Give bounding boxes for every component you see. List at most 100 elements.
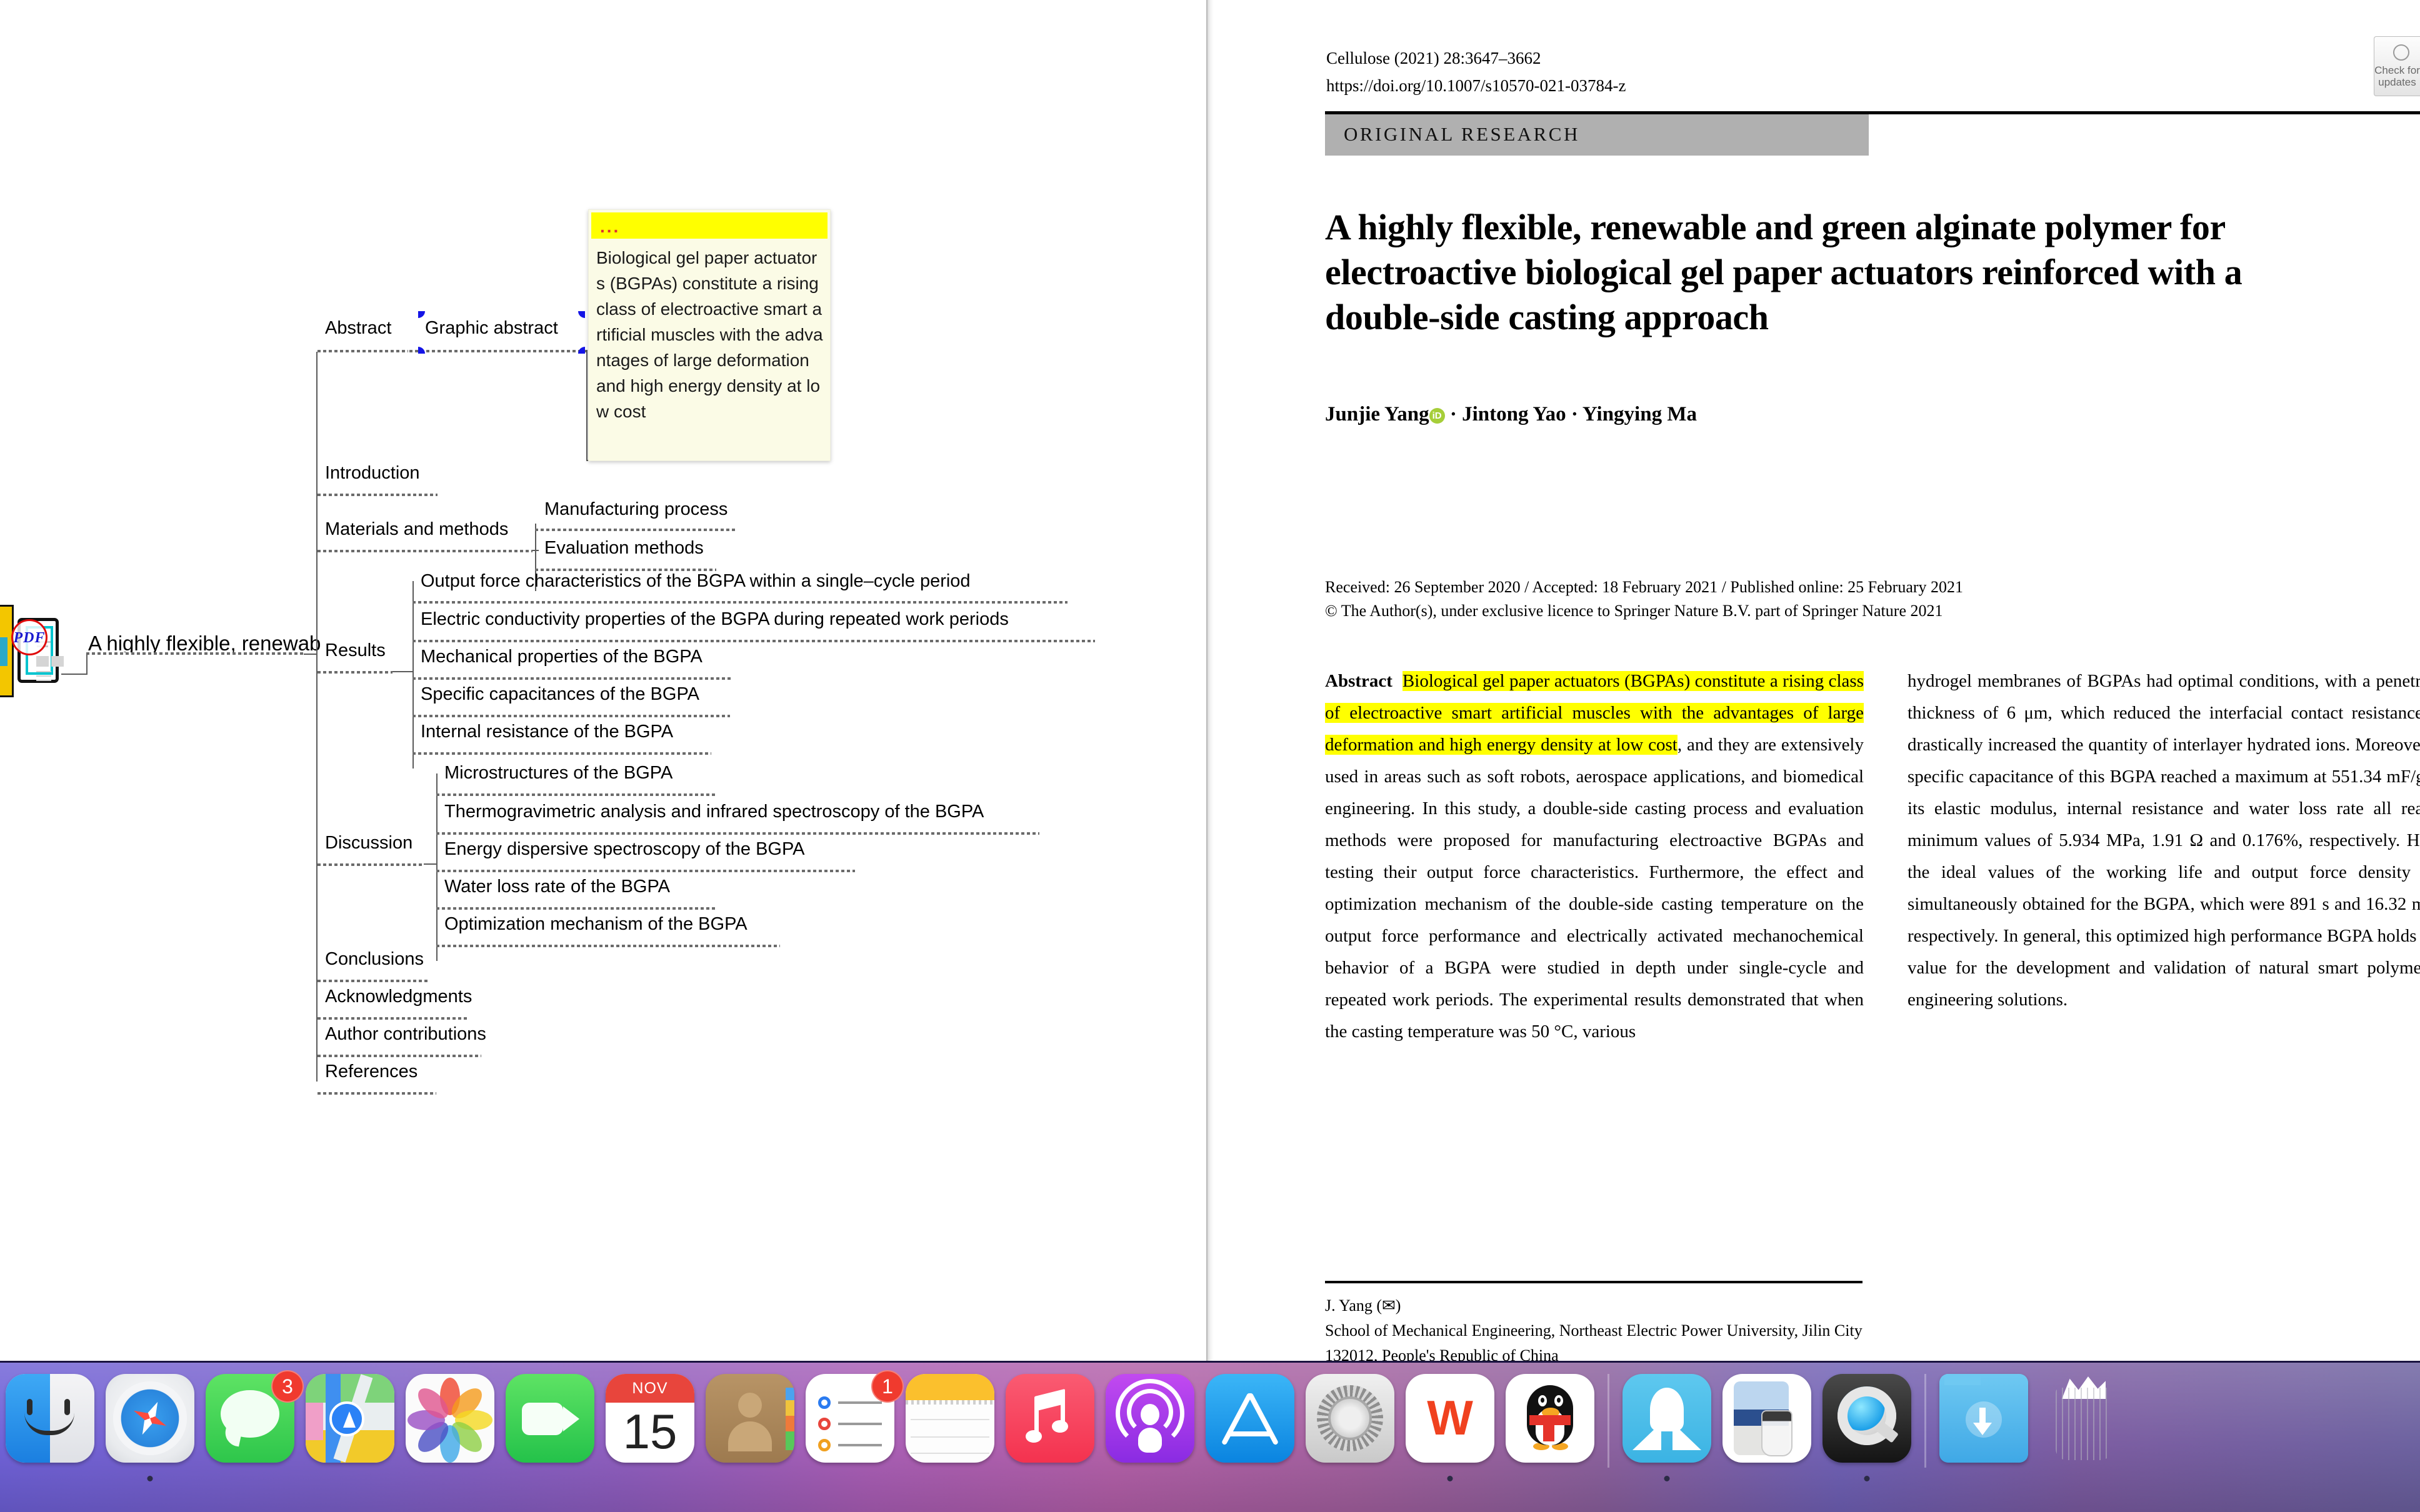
mindmap-node-results[interactable]: Results xyxy=(322,641,389,662)
mindmap-node-references[interactable]: References xyxy=(322,1062,421,1083)
mindmap-node-internal-resistance[interactable]: Internal resistance of the BGPA xyxy=(418,722,676,743)
sticky-note-body[interactable]: Biological gel paper actuators (BGPAs) c… xyxy=(596,245,824,424)
mindmap-node-optimization-mechanism[interactable]: Optimization mechanism of the BGPA xyxy=(441,915,751,935)
dock-item-contacts[interactable] xyxy=(700,1374,800,1486)
mindmap-node-specific-capacitances[interactable]: Specific capacitances of the BGPA xyxy=(418,685,702,705)
calendar-day: 15 xyxy=(622,1404,678,1459)
dock-item-reminders[interactable]: 1 xyxy=(800,1370,904,1486)
results-branch-join xyxy=(392,671,414,672)
preview-icon xyxy=(1722,1374,1811,1463)
selection-handle-top-right[interactable] xyxy=(578,311,585,318)
selection-handle-bottom-right[interactable] xyxy=(578,347,585,354)
footnote-affiliation: J. Yang (✉) School of Mechanical Enginee… xyxy=(1325,1296,1862,1361)
macos-dock[interactable]: 3 NOV 15 1 W xyxy=(0,1361,2420,1512)
materials-underline xyxy=(318,550,532,552)
maps-icon xyxy=(306,1374,394,1463)
wps-office-icon: W xyxy=(1406,1374,1494,1463)
journal-citation: Cellulose (2021) 28:3647–3662 xyxy=(1326,49,1541,67)
mindmap-node-author-contributions[interactable]: Author contributions xyxy=(322,1025,489,1045)
mindmap-node-energy-dispersive[interactable]: Energy dispersive spectroscopy of the BG… xyxy=(441,840,808,860)
node-label-mechanical-properties: Mechanical properties of the BGPA xyxy=(421,647,702,667)
mindmap-node-discussion[interactable]: Discussion xyxy=(322,833,416,854)
copyright-line: © The Author(s), under exclusive licence… xyxy=(1325,602,1943,620)
dock-item-xmind[interactable] xyxy=(1617,1374,1717,1486)
pdf-stamp-label: PDF xyxy=(11,619,48,655)
manufacturing-underline xyxy=(535,529,735,531)
mindmap-node-materials-and-methods[interactable]: Materials and methods xyxy=(322,520,511,540)
dock-item-qq[interactable] xyxy=(1500,1374,1600,1486)
messages-badge: 3 xyxy=(271,1370,304,1403)
mindmap-node-electric-conductivity[interactable]: Electric conductivity properties of the … xyxy=(418,610,1012,630)
mindmap-node-output-force[interactable]: Output force characteristics of the BGPA… xyxy=(418,572,974,592)
footnote-rule xyxy=(1325,1281,1862,1283)
mindmap-node-water-loss[interactable]: Water loss rate of the BGPA xyxy=(441,877,673,898)
selection-handle-top-left[interactable] xyxy=(418,311,425,318)
safari-icon xyxy=(106,1374,194,1463)
node-label-references: References xyxy=(325,1062,418,1082)
mindmap-node-microstructures[interactable]: Microstructures of the BGPA xyxy=(441,763,676,784)
section-banner-label: ORIGINAL RESEARCH xyxy=(1344,123,1580,145)
mindmap-node-evaluation-methods[interactable]: Evaluation methods xyxy=(541,539,707,559)
node-label-energy-dispersive: Energy dispersive spectroscopy of the BG… xyxy=(444,839,805,859)
mindmap-node-mechanical-properties[interactable]: Mechanical properties of the BGPA xyxy=(418,647,706,668)
downloads-folder-icon xyxy=(1939,1374,2028,1463)
mindmap-node-conclusions[interactable]: Conclusions xyxy=(322,950,427,970)
check-for-updates-badge[interactable]: Check for updates xyxy=(2374,36,2420,96)
window-divider xyxy=(1206,0,1214,1361)
node-label-author-contributions: Author contributions xyxy=(325,1024,486,1044)
dock-item-downloads[interactable] xyxy=(1934,1374,2034,1486)
internal-resistance-underline xyxy=(412,752,711,755)
node-label-discussion: Discussion xyxy=(325,833,413,853)
mindmap-node-graphic-abstract[interactable]: Graphic abstract xyxy=(422,319,561,339)
dock-item-wps-office[interactable]: W xyxy=(1400,1374,1500,1486)
pdf-document-icon[interactable]: PDF xyxy=(11,615,64,685)
dock-item-music[interactable] xyxy=(1000,1374,1100,1486)
dock-item-podcasts[interactable] xyxy=(1100,1374,1200,1486)
dock-item-system-preferences[interactable] xyxy=(1300,1374,1400,1486)
discussion-branch-join xyxy=(424,863,438,865)
dock-item-messages[interactable]: 3 xyxy=(200,1370,304,1486)
dock-item-app-store[interactable] xyxy=(1200,1374,1300,1486)
paper-title: A highly flexible, renewable and green a… xyxy=(1325,207,2242,337)
mindmap-node-thermogravimetric[interactable]: Thermogravimetric analysis and infrared … xyxy=(441,802,987,823)
acknowledgments-underline xyxy=(318,1017,469,1020)
materials-branch-join xyxy=(532,550,539,551)
app-store-icon xyxy=(1206,1374,1294,1463)
running-indicator xyxy=(1664,1476,1670,1481)
orcid-icon[interactable]: iD xyxy=(1429,408,1445,424)
sticky-note[interactable]: ... Biological gel paper actuators (BGPA… xyxy=(588,209,831,461)
dock-item-quicktime-player[interactable] xyxy=(1817,1374,1917,1486)
contacts-icon xyxy=(706,1374,794,1463)
calendar-month: NOV xyxy=(606,1374,694,1403)
mindmap-canvas[interactable]: PDF A highly flexible, renewab Abstract … xyxy=(0,0,1206,1361)
dock-item-finder[interactable] xyxy=(0,1374,100,1486)
water-loss-underline xyxy=(436,907,716,910)
running-indicator xyxy=(147,1476,153,1481)
node-label-manufacturing-process: Manufacturing process xyxy=(544,499,728,519)
dock-item-calendar[interactable]: NOV 15 xyxy=(600,1374,700,1486)
author-contributions-underline xyxy=(318,1055,481,1057)
dock-item-maps[interactable] xyxy=(300,1374,400,1486)
dock-item-facetime[interactable] xyxy=(500,1374,600,1486)
pdf-viewer[interactable]: Cellulose (2021) 28:3647–3662 https://do… xyxy=(1214,0,2420,1361)
selection-handle-bottom-left[interactable] xyxy=(418,347,425,354)
discussion-branch-spine xyxy=(436,773,438,961)
doi-link[interactable]: https://doi.org/10.1007/s10570-021-03784… xyxy=(1326,76,1626,96)
root-connector-h xyxy=(61,674,88,675)
mindmap-node-introduction[interactable]: Introduction xyxy=(322,464,423,484)
dock-item-photos[interactable] xyxy=(400,1374,500,1486)
mindmap-node-manufacturing-process[interactable]: Manufacturing process xyxy=(541,500,731,520)
dock-item-notes[interactable] xyxy=(900,1374,1000,1486)
mindmap-node-abstract[interactable]: Abstract xyxy=(322,319,394,339)
publication-dates: Received: 26 September 2020 / Accepted: … xyxy=(1325,578,1964,596)
trash-icon xyxy=(2039,1374,2128,1463)
dock-item-safari[interactable] xyxy=(100,1374,200,1486)
mindmap-node-acknowledgments[interactable]: Acknowledgments xyxy=(322,987,475,1008)
reminders-badge: 1 xyxy=(871,1370,904,1403)
sticky-note-header[interactable]: ... xyxy=(591,212,828,239)
dock-item-trash[interactable] xyxy=(2034,1374,2134,1486)
node-label-thermogravimetric: Thermogravimetric analysis and infrared … xyxy=(444,802,984,822)
sticky-note-menu-dots[interactable]: ... xyxy=(600,218,620,236)
dock-item-preview[interactable] xyxy=(1717,1374,1817,1486)
facetime-icon xyxy=(506,1374,594,1463)
